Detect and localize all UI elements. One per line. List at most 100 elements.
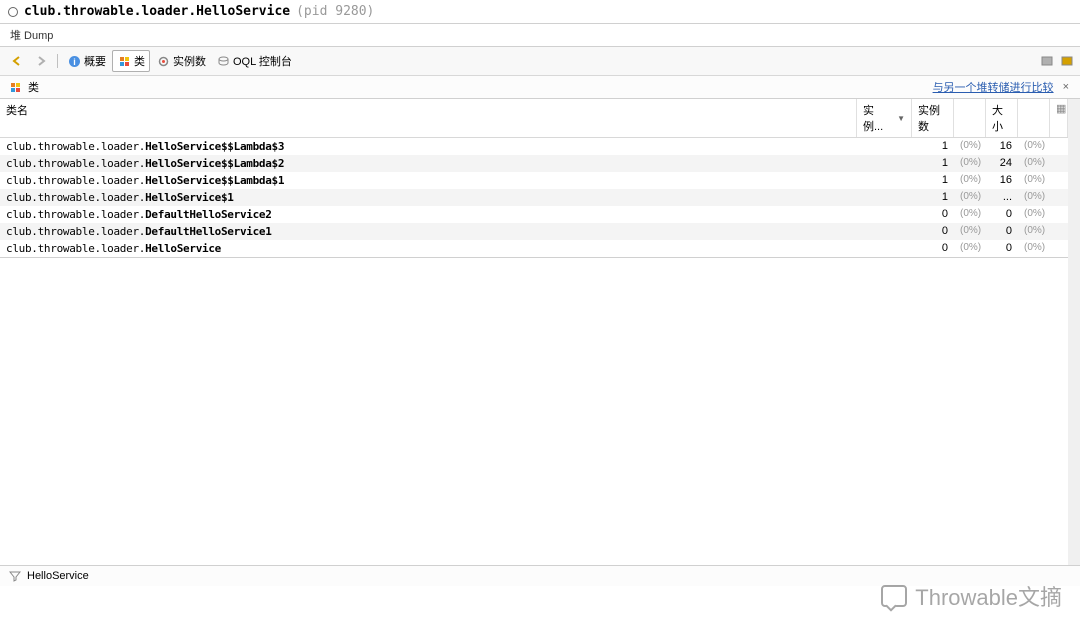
cell-count: 0 — [912, 224, 954, 239]
cell-pct2: (0%) — [1018, 241, 1050, 256]
heap-dump-label: 堆 Dump — [0, 24, 1080, 46]
title-main: club.throwable.loader.HelloService — [24, 4, 290, 19]
col-size[interactable]: 大小 — [986, 99, 1018, 137]
cell-count: 1 — [912, 173, 954, 188]
nav-back-button[interactable] — [6, 52, 28, 70]
table-row[interactable]: club.throwable.loader.HelloService$$Lamb… — [0, 138, 1068, 155]
table-row[interactable]: club.throwable.loader.DefaultHelloServic… — [0, 206, 1068, 223]
cell-size: ... — [986, 190, 1018, 205]
title-pid: (pid 9280) — [296, 4, 374, 19]
cell-inst — [857, 139, 912, 154]
panel-label: 类 — [28, 79, 39, 95]
cell-size: 16 — [986, 139, 1018, 154]
cell-pct1: (0%) — [954, 207, 986, 222]
table-header: 类名 实例... ▼ 实例数 大小 ▦ — [0, 99, 1068, 138]
classes-button[interactable]: 类 — [112, 50, 150, 72]
cell-classname: club.throwable.loader.HelloService$$Lamb… — [0, 173, 857, 188]
info-icon: i — [67, 54, 81, 68]
status-text: HelloService — [27, 570, 89, 582]
table-row[interactable]: club.throwable.loader.HelloService0(0%)0… — [0, 240, 1068, 257]
cell-inst — [857, 207, 912, 222]
cell-pct2: (0%) — [1018, 207, 1050, 222]
compare-link[interactable]: 与另一个堆转储进行比较 — [933, 79, 1054, 95]
cell-pct1: (0%) — [954, 156, 986, 171]
toolbar-icon-2[interactable] — [1060, 54, 1074, 68]
panel-classes-icon — [8, 80, 22, 94]
wechat-icon — [881, 585, 907, 607]
classes-label: 类 — [134, 53, 145, 69]
oql-icon — [216, 54, 230, 68]
table-row[interactable]: club.throwable.loader.HelloService$$Lamb… — [0, 172, 1068, 189]
toolbar-icon-1[interactable] — [1040, 54, 1054, 68]
cell-classname: club.throwable.loader.DefaultHelloServic… — [0, 224, 857, 239]
cell-count: 1 — [912, 190, 954, 205]
cell-last — [1050, 241, 1068, 256]
cell-classname: club.throwable.loader.HelloService$1 — [0, 190, 857, 205]
main-area: 类名 实例... ▼ 实例数 大小 ▦ club.throwable.loade… — [0, 99, 1080, 565]
toolbar-separator — [57, 54, 58, 68]
arrow-right-icon — [34, 54, 48, 68]
cell-count: 1 — [912, 139, 954, 154]
cell-size: 0 — [986, 207, 1018, 222]
cell-classname: club.throwable.loader.DefaultHelloServic… — [0, 207, 857, 222]
col-inst-label: 实例... — [863, 102, 893, 134]
cell-classname: club.throwable.loader.HelloService$$Lamb… — [0, 139, 857, 154]
cell-pct1: (0%) — [954, 224, 986, 239]
svg-text:i: i — [73, 57, 76, 67]
col-menu[interactable]: ▦ — [1050, 99, 1068, 137]
cell-inst — [857, 156, 912, 171]
cell-last — [1050, 156, 1068, 171]
cell-classname: club.throwable.loader.HelloService$$Lamb… — [0, 156, 857, 171]
panel-close-button[interactable]: × — [1060, 81, 1072, 93]
cell-inst — [857, 224, 912, 239]
cell-pct1: (0%) — [954, 241, 986, 256]
cell-count: 0 — [912, 207, 954, 222]
cell-count: 1 — [912, 156, 954, 171]
cell-pct1: (0%) — [954, 173, 986, 188]
watermark-text: Throwable文摘 — [915, 580, 1062, 612]
col-classname[interactable]: 类名 — [0, 99, 857, 137]
sort-indicator-icon: ▼ — [897, 114, 905, 123]
instances-button[interactable]: 实例数 — [152, 51, 210, 71]
col-inst[interactable]: 实例... ▼ — [857, 99, 912, 137]
cell-size: 0 — [986, 241, 1018, 256]
col-count[interactable]: 实例数 — [912, 99, 954, 137]
cell-inst — [857, 241, 912, 256]
cell-last — [1050, 139, 1068, 154]
cell-pct1: (0%) — [954, 139, 986, 154]
classes-icon — [117, 54, 131, 68]
oql-button[interactable]: OQL 控制台 — [212, 51, 296, 71]
cell-inst — [857, 190, 912, 205]
cell-pct2: (0%) — [1018, 190, 1050, 205]
cell-pct1: (0%) — [954, 190, 986, 205]
cell-pct2: (0%) — [1018, 156, 1050, 171]
cell-last — [1050, 224, 1068, 239]
cell-classname: club.throwable.loader.HelloService — [0, 241, 857, 256]
table-row[interactable]: club.throwable.loader.DefaultHelloServic… — [0, 223, 1068, 240]
cell-last — [1050, 190, 1068, 205]
filter-icon[interactable] — [8, 569, 22, 583]
cell-pct2: (0%) — [1018, 139, 1050, 154]
title-bar: club.throwable.loader.HelloService (pid … — [0, 0, 1080, 24]
panel-header: 类 与另一个堆转储进行比较 × — [0, 76, 1080, 99]
nav-forward-button[interactable] — [30, 52, 52, 70]
instances-icon — [156, 54, 170, 68]
table-row[interactable]: club.throwable.loader.HelloService$$Lamb… — [0, 155, 1068, 172]
cell-pct2: (0%) — [1018, 224, 1050, 239]
overview-button[interactable]: i 概要 — [63, 51, 110, 71]
col-pct1[interactable] — [954, 99, 986, 137]
instances-label: 实例数 — [173, 53, 206, 69]
arrow-left-icon — [10, 54, 24, 68]
cell-size: 24 — [986, 156, 1018, 171]
table-row[interactable]: club.throwable.loader.HelloService$11(0%… — [0, 189, 1068, 206]
cell-size: 0 — [986, 224, 1018, 239]
cell-size: 16 — [986, 173, 1018, 188]
classes-table: 类名 实例... ▼ 实例数 大小 ▦ club.throwable.loade… — [0, 99, 1068, 258]
col-pct2[interactable] — [1018, 99, 1050, 137]
watermark: Throwable文摘 — [881, 580, 1062, 612]
app-icon — [8, 7, 18, 17]
toolbar: i 概要 类 实例数 OQL 控制台 — [0, 46, 1080, 76]
cell-pct2: (0%) — [1018, 173, 1050, 188]
table-body: club.throwable.loader.HelloService$$Lamb… — [0, 138, 1068, 257]
oql-label: OQL 控制台 — [233, 53, 292, 69]
